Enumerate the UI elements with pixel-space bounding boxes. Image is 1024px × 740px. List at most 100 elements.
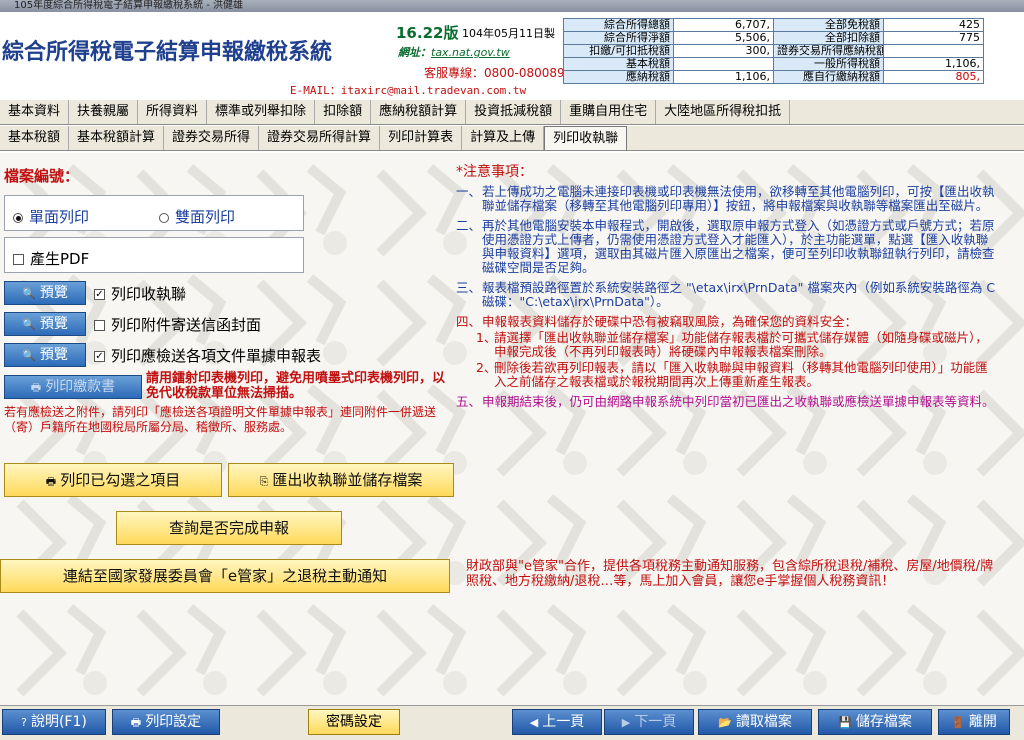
note-number: 四、	[456, 314, 482, 329]
pdf-label: 產生PDF	[30, 250, 90, 268]
summary-value: 300,	[673, 44, 774, 58]
note-item: 一、 若上傳成功之電腦未連接印表機或印表機無法使用，欲移轉至其他電腦列印，可按【匯…	[456, 185, 996, 213]
summary-label: 扣繳/可扣抵稅額	[563, 44, 674, 58]
save-icon: 💾	[838, 716, 852, 729]
table-row: 基本稅額 一般所得稅額 1,106,	[563, 57, 984, 71]
printer-icon: 🖶	[130, 716, 142, 729]
next-page-label: 下一頁	[634, 714, 677, 730]
checkbox-checked-icon[interactable]: ✓	[94, 351, 105, 362]
note-sub-text: 刪除後若欲再列印報表，請以「匯入收執聯與申報資料（移轉其他電腦列印使用）」功能匯…	[494, 360, 988, 389]
summary-value	[883, 44, 984, 58]
note-item: 三、 報表檔預設路徑置於系統安裝路徑之 "\etax\irx\PrnData" 檔…	[456, 281, 996, 309]
summary-label: 綜合所得總額	[563, 18, 674, 32]
tab-securities-calc[interactable]: 證券交易所得計算	[259, 126, 381, 150]
help-label: 說明(F1)	[30, 714, 87, 730]
note-number: 二、	[456, 218, 482, 233]
note-sub-number: 1、	[476, 330, 497, 345]
note-item: 四、 申報報表資料儲存於硬碟中恐有被竊取風險，為確保您的資料安全：	[456, 315, 996, 329]
double-print-radio[interactable]: 雙面列印	[159, 206, 235, 227]
print-settings-button[interactable]: 🖶 列印設定	[112, 709, 220, 735]
note-number: 三、	[456, 280, 482, 295]
note-text: 再於其他電腦安裝本申報程式，開啟後，選取原申報方式登入（如憑證方式或戶號方式；若…	[482, 218, 995, 275]
tab-dependents[interactable]: 扶養親屬	[69, 100, 139, 124]
radio-selected-icon[interactable]	[13, 212, 23, 223]
efamily-link-button[interactable]: 連結至國家發展委員會「e管家」之退稅主動通知	[0, 559, 450, 593]
tab-basic-tax-calc[interactable]: 基本稅額計算	[69, 126, 165, 150]
summary-value: 425	[883, 18, 984, 32]
print-receipt-label: 列印收執聯	[111, 285, 187, 303]
print-receipt-checkbox[interactable]: ✓ 列印收執聯	[94, 283, 186, 304]
prev-page-button[interactable]: ◀ 上一頁	[512, 709, 602, 735]
tab-basic-tax[interactable]: 基本稅額	[0, 126, 70, 150]
tab-investment-credit[interactable]: 投資抵減稅額	[466, 100, 562, 124]
checkbox-checked-icon[interactable]: ✓	[94, 289, 105, 300]
window-titlebar: 105年度綜合所得稅電子結算申報繳稅系統 - 洪健雄	[0, 0, 1024, 12]
summary-label: 一般所得稅額	[773, 57, 884, 71]
prev-page-label: 上一頁	[542, 714, 585, 730]
double-print-label: 雙面列印	[175, 208, 236, 226]
read-file-label: 讀取檔案	[735, 714, 792, 730]
table-row: 綜合所得總額 6,707, 全部免稅額 425	[563, 18, 984, 32]
summary-value: 775	[883, 31, 984, 45]
query-filing-button[interactable]: 查詢是否完成申報	[116, 511, 342, 545]
notes-section: *注意事項： 一、 若上傳成功之電腦未連接印表機或印表機無法使用，欲移轉至其他電腦…	[456, 165, 996, 415]
preview-documents-button[interactable]: 🔍 預覽	[4, 343, 86, 367]
app-title: 綜合所得稅電子結算申報繳稅系統	[2, 39, 333, 65]
export-receipt-button[interactable]: ⎘ 匯出收執聯並儲存檔案	[228, 463, 454, 497]
next-page-button[interactable]: ▶ 下一頁	[604, 709, 694, 735]
website-url[interactable]: tax.nat.gov.tw	[431, 46, 510, 59]
tab-tax-calc[interactable]: 應納稅額計算	[371, 100, 467, 124]
save-file-button[interactable]: 💾 儲存檔案	[818, 709, 932, 735]
print-checked-button[interactable]: 🖶 列印已勾選之項目	[4, 463, 222, 497]
printer-icon: 🖶	[30, 381, 42, 394]
tab-print-calc[interactable]: 列印計算表	[380, 126, 463, 150]
radio-empty-icon[interactable]	[159, 212, 169, 223]
note-text: 報表檔預設路徑置於系統安裝路徑之 "\etax\irx\PrnData" 檔案夾…	[482, 280, 996, 309]
help-button[interactable]: ? 說明(F1)	[2, 709, 106, 735]
print-documents-checkbox[interactable]: ✓ 列印應檢送各項文件單據申報表	[94, 345, 321, 366]
open-file-icon: 📂	[718, 716, 732, 729]
arrow-right-icon: ▶	[621, 716, 631, 729]
tab-income-data[interactable]: 所得資料	[138, 100, 208, 124]
tab-print-receipt[interactable]: 列印收執聯	[544, 126, 628, 150]
tab-residence[interactable]: 重購自用住宅	[561, 100, 657, 124]
print-receipt-panel: 檔案編號： 單面列印 雙面列印 產生PDF 🔍 預覽 ✓ 列印收執聯 🔍 預覽 列印附…	[0, 153, 1024, 705]
print-envelope-checkbox[interactable]: 列印附件寄送信函封面	[94, 314, 261, 335]
table-row: 綜合所得淨額 5,506, 全部扣除額 775	[563, 31, 984, 45]
summary-value: 805,	[883, 70, 984, 84]
summary-value: 6,707,	[673, 18, 774, 32]
checkbox-empty-icon[interactable]	[94, 320, 105, 331]
checkbox-empty-icon[interactable]	[13, 254, 24, 265]
tab-deduction-amount[interactable]: 扣除額	[315, 100, 372, 124]
print-payment-button[interactable]: 🖶 列印繳款書	[4, 375, 142, 399]
print-payment-label: 列印繳款書	[45, 379, 116, 395]
website-link[interactable]: 網址：tax.nat.gov.tw	[398, 44, 510, 60]
laser-printer-warning: 請用鐳射印表機列印，避免用噴墨式印表機列印，以免代收稅款單位無法掃描。	[146, 371, 446, 401]
read-file-button[interactable]: 📂 讀取檔案	[698, 709, 812, 735]
redacted-area	[985, 12, 1024, 110]
preview-envelope-button[interactable]: 🔍 預覽	[4, 312, 86, 336]
magnifier-icon: 🔍	[22, 287, 36, 300]
note-sub-text: 請選擇「匯出收執聯並儲存檔案」功能儲存報表檔於可攜式儲存媒體（如隨身碟或磁片），…	[494, 330, 988, 359]
preview-label: 預覽	[39, 316, 68, 332]
tab-calc-upload[interactable]: 計算及上傳	[462, 126, 545, 150]
summary-label: 全部免稅額	[773, 18, 884, 32]
pdf-checkbox[interactable]: 產生PDF	[13, 248, 89, 269]
preview-receipt-button[interactable]: 🔍 預覽	[4, 281, 86, 305]
version-label: 16.22版	[396, 24, 459, 42]
tab-securities-income[interactable]: 證券交易所得	[164, 126, 260, 150]
tab-mainland-credit[interactable]: 大陸地區所得稅扣抵	[656, 100, 791, 124]
tax-summary-table: 綜合所得總額 6,707, 全部免稅額 425 綜合所得淨額 5,506, 全部…	[563, 18, 984, 84]
summary-label: 證券交易所得應納稅額	[773, 44, 884, 58]
printer-icon: 🖶	[45, 475, 57, 488]
tab-basic-data[interactable]: 基本資料	[0, 100, 70, 124]
exit-button[interactable]: 🚪 離開	[938, 709, 1010, 735]
note-sub-item: 2、 刪除後若欲再列印報表，請以「匯入收執聯與申報資料（移轉其他電腦列印使用）」功…	[476, 361, 996, 389]
tab-deductions[interactable]: 標準或列舉扣除	[207, 100, 316, 124]
note-item: 二、 再於其他電腦安裝本申報程式，開啟後，選取原申報方式登入（如憑證方式或戶號方式…	[456, 219, 996, 275]
single-print-radio[interactable]: 單面列印	[13, 206, 89, 227]
password-settings-button[interactable]: 密碼設定	[308, 709, 400, 735]
note-item: 五、 申報期結束後，仍可由網路申報系統中列印當初已匯出之收執聯或應檢送單據申報表等…	[456, 395, 996, 409]
summary-label: 應納稅額	[563, 70, 674, 84]
summary-label: 全部扣除額	[773, 31, 884, 45]
